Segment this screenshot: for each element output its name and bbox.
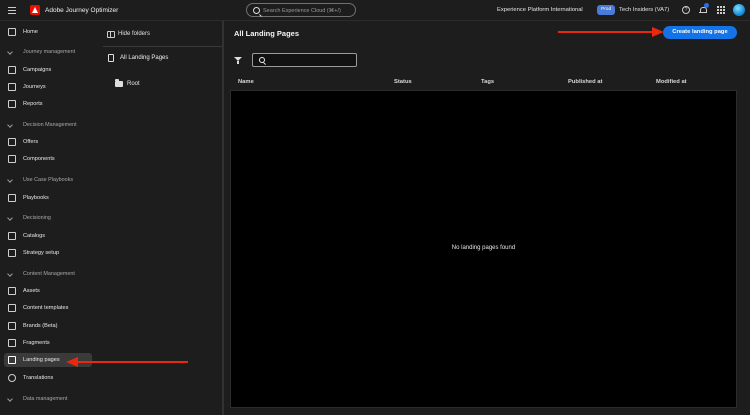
annotation-arrow-head (652, 27, 664, 37)
org-name[interactable]: Experience Platform International (497, 7, 583, 13)
divider (103, 46, 222, 47)
column-header-tags[interactable]: Tags (481, 79, 494, 85)
brands-icon (8, 322, 16, 330)
sidebar-item-label: Components (23, 156, 55, 162)
sidebar-item-label: Landing pages (23, 357, 60, 363)
journeys-icon (8, 83, 16, 91)
table-search[interactable] (252, 53, 357, 67)
reports-icon (8, 100, 16, 108)
empty-state-message: No landing pages found (451, 245, 516, 251)
panel-splitter[interactable] (222, 21, 224, 415)
sidebar-item-playbooks[interactable]: Playbooks (4, 191, 92, 205)
notification-dot (704, 3, 709, 8)
home-icon (8, 28, 16, 36)
table-body: No landing pages found (230, 90, 737, 408)
sidebar-item-translations[interactable]: Translations (4, 371, 92, 385)
components-icon (8, 155, 16, 163)
sidebar-item-label: Strategy setup (23, 250, 60, 256)
search-icon (253, 7, 260, 14)
sidebar-item-label: Fragments (23, 340, 50, 346)
sidebar-item-label: Content templates (23, 305, 69, 311)
avatar[interactable] (733, 4, 745, 16)
sidebar-item-label: Catalogs (23, 233, 46, 239)
sidebar-item-label: Reports (23, 101, 43, 107)
annotation-arrow-line (76, 361, 188, 363)
table-search-input[interactable] (269, 56, 353, 65)
hide-folders-label: Hide folders (118, 31, 151, 37)
chevron-down-icon (7, 49, 13, 55)
offers-icon (8, 138, 16, 146)
sidebar-item-brands[interactable]: Brands (Beta) (4, 319, 92, 333)
panel-toggle-icon (107, 31, 115, 38)
sidebar-item-campaigns[interactable]: Campaigns (4, 63, 92, 77)
sidebar-item-components[interactable]: Components (4, 152, 92, 166)
help-icon[interactable]: ? (682, 6, 690, 14)
sidebar-item-label: Offers (23, 139, 39, 145)
assets-icon (8, 287, 16, 295)
app-title[interactable]: Adobe Journey Optimizer (45, 7, 118, 14)
top-bar: Adobe Journey Optimizer Experience Platf… (0, 0, 750, 21)
env-badge: Prod (597, 5, 616, 15)
sidebar-item-label: Journeys (23, 84, 46, 90)
column-header-modified-at[interactable]: Modified at (656, 79, 687, 85)
create-landing-page-button[interactable]: Create landing page (663, 26, 737, 39)
folder-label: Root (127, 81, 140, 87)
sidebar-item-landing-pages[interactable]: Landing pages (4, 353, 92, 367)
chevron-down-icon (7, 271, 13, 277)
sidebar-item-home[interactable]: Home (4, 25, 92, 39)
sidebar-item-label: Translations (23, 375, 54, 381)
global-search[interactable] (246, 3, 356, 17)
global-search-input[interactable] (263, 6, 353, 15)
sidebar-item-label: Playbooks (23, 195, 49, 201)
chevron-down-icon (7, 215, 13, 221)
chevron-down-icon (7, 122, 13, 128)
document-icon (108, 54, 114, 62)
annotation-arrow-line (558, 31, 658, 33)
chevron-down-icon (7, 177, 13, 183)
column-header-status[interactable]: Status (394, 79, 412, 85)
fragments-icon (8, 339, 16, 347)
sidebar-item-reports[interactable]: Reports (4, 97, 92, 111)
filter-icon[interactable] (234, 57, 242, 64)
sidebar-item-journeys[interactable]: Journeys (4, 80, 92, 94)
sidebar-item-assets[interactable]: Assets (4, 284, 92, 298)
column-header-published-at[interactable]: Published at (568, 79, 602, 85)
table-header: Name Status Tags Published at Modified a… (230, 77, 737, 89)
sidebar-item-offers[interactable]: Offers (4, 135, 92, 149)
chevron-down-icon (7, 396, 13, 402)
sidebar: Home Journey management Campaigns Journe… (0, 21, 97, 415)
folder-root[interactable]: Root (115, 79, 195, 89)
folder-icon (115, 79, 123, 87)
column-header-name[interactable]: Name (238, 79, 254, 85)
sidebar-item-label: Brands (Beta) (23, 323, 58, 329)
translations-icon (8, 374, 16, 382)
strategy-icon (8, 249, 16, 257)
folder-panel: Hide folders All Landing Pages Root (97, 21, 222, 415)
sidebar-item-label: Assets (23, 288, 40, 294)
sidebar-item-content-templates[interactable]: Content templates (4, 301, 92, 315)
folder-all-landing-pages[interactable]: All Landing Pages (107, 53, 217, 65)
sidebar-item-label: Home (23, 29, 38, 35)
campaigns-icon (8, 66, 16, 74)
catalogs-icon (8, 232, 16, 240)
templates-icon (8, 304, 16, 312)
page-title: All Landing Pages (234, 29, 300, 38)
sandbox-name[interactable]: Tech Insiders (VA7) (619, 7, 669, 13)
folder-label: All Landing Pages (120, 55, 169, 61)
sidebar-item-fragments[interactable]: Fragments (4, 336, 92, 350)
playbooks-icon (8, 194, 16, 202)
adobe-logo[interactable] (30, 5, 40, 15)
annotation-arrow-head (66, 357, 78, 367)
apps-icon[interactable] (717, 6, 725, 14)
menu-icon[interactable] (8, 7, 16, 14)
landing-pages-icon (8, 356, 16, 364)
hide-folders-button[interactable]: Hide folders (107, 30, 187, 40)
sidebar-item-catalogs[interactable]: Catalogs (4, 229, 92, 243)
search-icon (259, 57, 265, 63)
sidebar-item-strategy-setup[interactable]: Strategy setup (4, 246, 92, 260)
sidebar-item-label: Campaigns (23, 67, 52, 73)
